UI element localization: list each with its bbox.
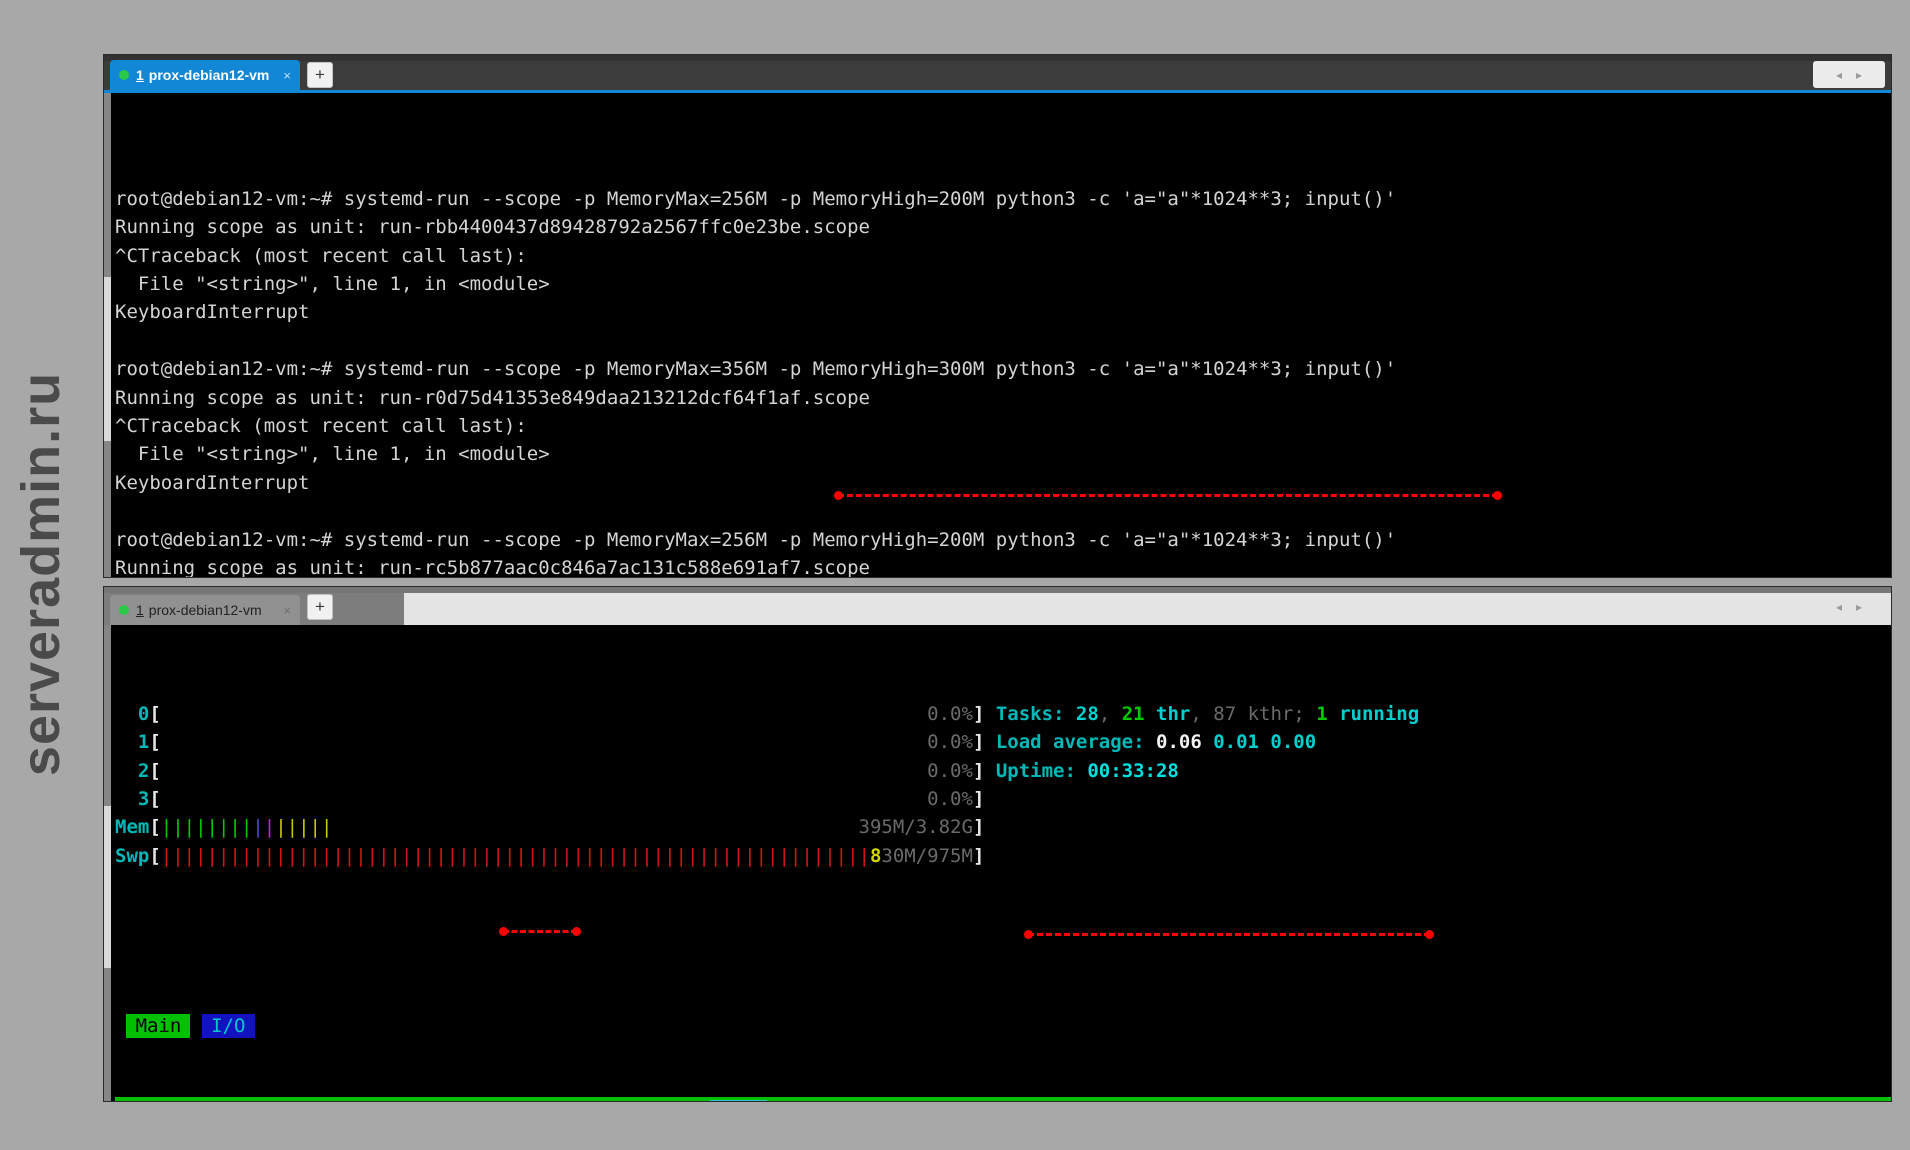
- terminal-line: root@debian12-vm:~# systemd-run --scope …: [115, 185, 1891, 213]
- terminal-line: root@debian12-vm:~# systemd-run --scope …: [115, 355, 1891, 383]
- terminal-line: KeyboardInterrupt: [115, 469, 1891, 497]
- tab-title: prox-debian12-vm: [149, 67, 270, 83]
- tab-title: prox-debian12-vm: [149, 602, 262, 618]
- new-tab-button[interactable]: +: [307, 594, 333, 620]
- htop-meter-row: 3[0.0%]: [115, 785, 1891, 813]
- terminal-window-bottom: 1 prox-debian12-vm × + ◂ ▸ 0[0.0%] Tasks:…: [104, 587, 1891, 1101]
- htop-view-tabs: Main I/O: [115, 1012, 1891, 1040]
- htop-stats-line: Load average: 0.06 0.01 0.00: [984, 731, 1316, 753]
- terminal-line: Running scope as unit: run-rbb4400437d89…: [115, 213, 1891, 241]
- tab-scroll-right-icon[interactable]: ▸: [1856, 68, 1862, 82]
- tab-bar-empty-area: [404, 593, 1891, 625]
- terminal-line: ^CTraceback (most recent call last):: [115, 242, 1891, 270]
- tab-prox-debian12-vm[interactable]: 1 prox-debian12-vm ×: [110, 60, 300, 90]
- scrollbar-thumb[interactable]: [104, 277, 111, 442]
- process-table-header[interactable]: PID USER PRI NI VIRT RES SHR S CPU% MEM%…: [115, 1097, 1891, 1101]
- terminal-line: ^CTraceback (most recent call last):: [115, 412, 1891, 440]
- tab-scroll-left-icon[interactable]: ◂: [1836, 68, 1842, 82]
- htop-tab-i-o[interactable]: I/O: [202, 1014, 255, 1038]
- tab-index: 1: [136, 67, 144, 83]
- htop-meter-row: 0[0.0%] Tasks: 28, 21 thr, 87 kthr; 1 ru…: [115, 700, 1891, 728]
- htop-meter-row: 2[0.0%] Uptime: 00:33:28: [115, 757, 1891, 785]
- tab-prox-debian12-vm[interactable]: 1 prox-debian12-vm ×: [110, 595, 300, 625]
- terminal-screen-bottom: 0[0.0%] Tasks: 28, 21 thr, 87 kthr; 1 ru…: [104, 625, 1891, 1101]
- table-header-text: PID USER PRI NI VIRT RES SHR S CPU%: [115, 1100, 710, 1101]
- tab-scroll-right-icon[interactable]: ▸: [1856, 600, 1862, 614]
- terminal-line: root@debian12-vm:~# systemd-run --scope …: [115, 526, 1891, 554]
- tab-close-icon[interactable]: ×: [283, 68, 291, 83]
- terminal-line: [115, 497, 1891, 525]
- terminal-output-top: root@debian12-vm:~# systemd-run --scope …: [115, 185, 1891, 577]
- watermark: serveradmin.ru: [10, 307, 80, 841]
- tab-bar: 1 prox-debian12-vm × + ◂ ▸: [104, 587, 1891, 625]
- terminal-window-top: 1 prox-debian12-vm × + ◂ ▸ root@debian12-…: [104, 55, 1891, 577]
- tab-status-dot-icon: [119, 605, 129, 615]
- scrollbar-thumb[interactable]: [104, 806, 111, 968]
- terminal-screen-top: root@debian12-vm:~# systemd-run --scope …: [104, 93, 1891, 577]
- htop-meter-row: 1[0.0%] Load average: 0.06 0.01 0.00: [115, 728, 1891, 756]
- htop-tab-main[interactable]: Main: [126, 1014, 190, 1038]
- tab-close-icon[interactable]: ×: [283, 603, 291, 618]
- htop-stats-line: Uptime: 00:33:28: [984, 760, 1178, 782]
- table-header-text: TIME+ Command: [767, 1100, 973, 1101]
- terminal-line: File "<string>", line 1, in <module>: [115, 440, 1891, 468]
- annotation-underline-command: [838, 494, 1498, 497]
- htop-meter-row: Swp[||||||||||||||||||||||||||||||||||||…: [115, 842, 1891, 870]
- terminal-line: Running scope as unit: run-r0d75d41353e8…: [115, 384, 1891, 412]
- tab-status-dot-icon: [119, 70, 129, 80]
- tab-scroll-arrows: ◂ ▸: [1813, 593, 1885, 620]
- tab-label: 1 prox-debian12-vm: [136, 602, 262, 618]
- terminal-line: Running scope as unit: run-rc5b877aac0c8…: [115, 554, 1891, 577]
- sort-column-mem[interactable]: MEM%▽: [710, 1100, 767, 1101]
- annotation-underline-python3-cmd: [1028, 933, 1430, 936]
- htop-stats-line: Tasks: 28, 21 thr, 87 kthr; 1 running: [984, 703, 1419, 725]
- htop-content: 0[0.0%] Tasks: 28, 21 thr, 87 kthr; 1 ru…: [115, 625, 1891, 1101]
- tab-scroll-left-icon[interactable]: ◂: [1836, 600, 1842, 614]
- htop-spacer: [115, 927, 1891, 955]
- htop-meters: 0[0.0%] Tasks: 28, 21 thr, 87 kthr; 1 ru…: [115, 700, 1891, 870]
- terminal-content-top: root@debian12-vm:~# systemd-run --scope …: [115, 93, 1891, 577]
- terminal-line: [115, 327, 1891, 355]
- tab-index: 1: [136, 602, 144, 618]
- active-tab-accent: [104, 90, 1891, 93]
- tab-label: 1 prox-debian12-vm: [136, 67, 269, 83]
- scrollbar: [104, 625, 111, 1101]
- scrollbar: [104, 93, 111, 577]
- terminal-line: File "<string>", line 1, in <module>: [115, 270, 1891, 298]
- terminal-line: KeyboardInterrupt: [115, 298, 1891, 326]
- new-tab-button[interactable]: +: [307, 62, 333, 88]
- annotation-underline-res-202m: [503, 930, 577, 933]
- htop-meter-row: Mem[|||||||||||||||395M/3.82G]: [115, 813, 1891, 841]
- tab-scroll-arrows: ◂ ▸: [1813, 61, 1885, 88]
- tab-bar: 1 prox-debian12-vm × + ◂ ▸: [104, 55, 1891, 93]
